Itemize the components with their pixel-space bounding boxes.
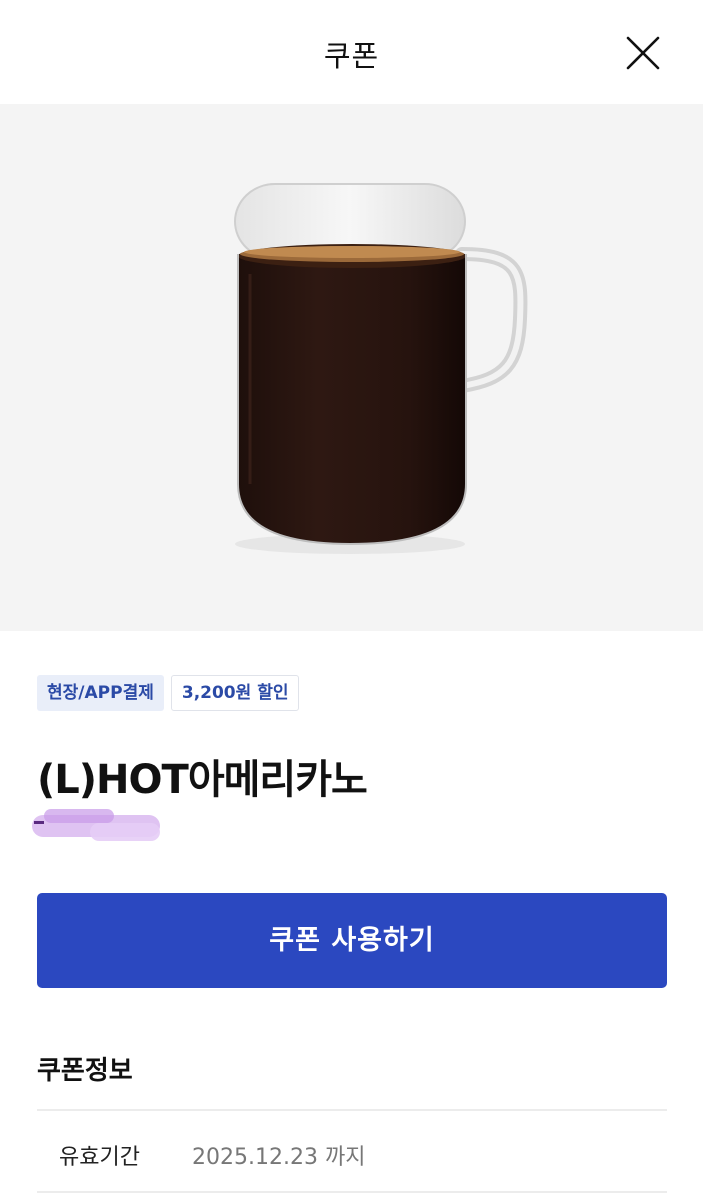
discount-badge: 3,200원 할인 — [170, 675, 300, 711]
page-title: 쿠폰 — [323, 39, 380, 73]
close-icon — [626, 36, 660, 70]
product-image — [0, 104, 703, 631]
header-bar: 쿠폰 — [0, 0, 703, 104]
use-coupon-button[interactable]: 쿠폰 사용하기 — [37, 893, 667, 988]
coupon-info-title: 쿠폰정보 — [37, 1056, 133, 1086]
divider — [37, 1109, 667, 1111]
validity-label: 유효기간 — [59, 1145, 140, 1170]
product-name: (L)HOT아메리카노 — [37, 757, 368, 803]
payment-method-badge: 현장/APP결제 — [37, 675, 164, 711]
close-button[interactable] — [620, 30, 666, 76]
info-row-validity: 유효기간 2025.12.23 까지 — [37, 1112, 667, 1192]
coupon-tags: 현장/APP결제 3,200원 할인 — [37, 675, 300, 711]
redacted-text — [32, 809, 160, 841]
divider — [37, 1191, 667, 1193]
validity-value: 2025.12.23 까지 — [192, 1145, 366, 1170]
coffee-mug-image — [234, 183, 528, 554]
